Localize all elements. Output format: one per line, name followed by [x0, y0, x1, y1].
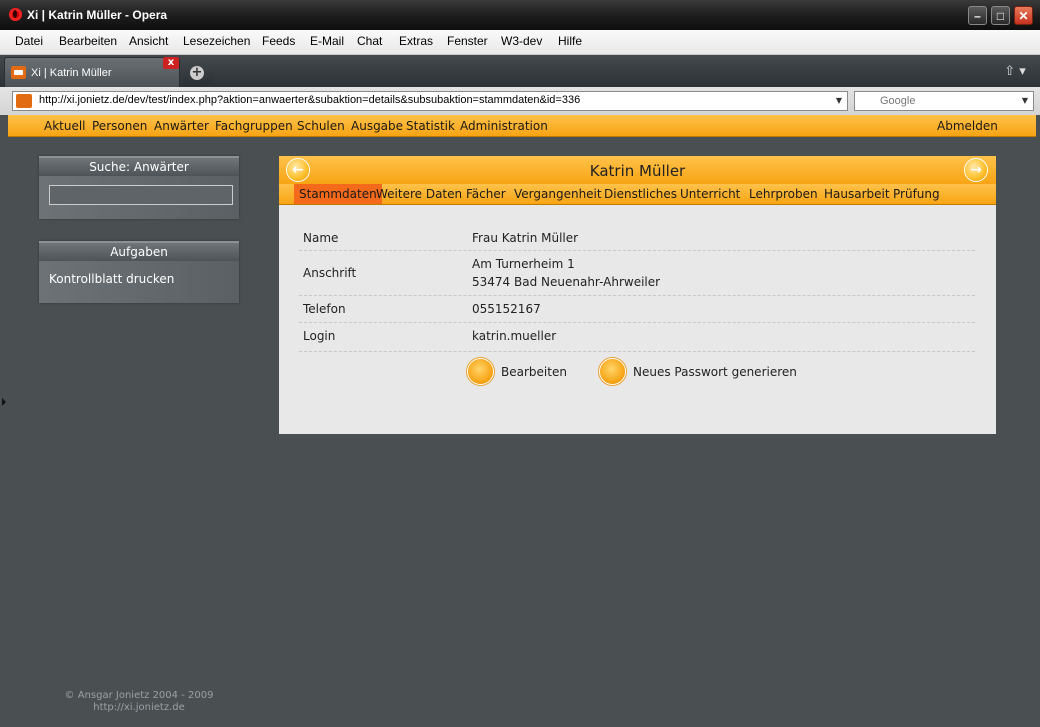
- browser-tab[interactable]: Xi | Katrin Müller x: [4, 57, 180, 87]
- edit-button-label: Bearbeiten: [501, 365, 567, 379]
- field-label: Name: [303, 231, 339, 245]
- tab-lehrproben[interactable]: Lehrproben: [744, 184, 823, 204]
- minimize-button[interactable]: –: [968, 6, 987, 25]
- nav-personen[interactable]: Personen: [92, 119, 147, 133]
- tab-unterricht[interactable]: Unterricht: [675, 184, 745, 204]
- search-placeholder: Google: [880, 95, 916, 107]
- person-name-title: Katrin Müller: [589, 162, 686, 180]
- field-row-phone: Telefon 055152167: [299, 296, 975, 323]
- menu-bar: Datei Bearbeiten Ansicht Lesezeichen Fee…: [0, 30, 1040, 55]
- tab-bar: Xi | Katrin Müller x + ⇧ ▾: [0, 55, 1040, 87]
- site-favicon-icon: [16, 94, 32, 108]
- field-label: Telefon: [303, 302, 346, 316]
- field-value: 055152167: [472, 302, 541, 316]
- menu-chat[interactable]: Chat: [357, 34, 382, 48]
- search-panel: Suche: Anwärter: [39, 156, 239, 219]
- menu-lesezeichen[interactable]: Lesezeichen: [183, 34, 250, 48]
- orange-ball-icon: [468, 359, 493, 384]
- menu-datei[interactable]: Datei: [15, 34, 43, 48]
- tasks-panel-title: Aufgaben: [39, 241, 239, 261]
- tab-label: Xi | Katrin Müller: [31, 67, 112, 79]
- footer-url[interactable]: http://xi.jonietz.de: [39, 702, 239, 713]
- address-dropdown-icon[interactable]: ▼: [832, 93, 846, 109]
- menu-ansicht[interactable]: Ansicht: [129, 34, 168, 48]
- edit-button[interactable]: Bearbeiten: [468, 359, 578, 385]
- search-engine-dropdown-icon[interactable]: ▼: [1018, 93, 1032, 109]
- maximize-button[interactable]: □: [991, 6, 1010, 25]
- orange-ball-icon: [600, 359, 625, 384]
- person-tabs: Stammdaten Weitere Daten Fächer Vergange…: [279, 184, 996, 205]
- next-person-button[interactable]: →: [965, 159, 987, 181]
- site-navigation: Aktuell Personen Anwärter Fachgruppen Sc…: [8, 115, 1036, 137]
- nav-abmelden[interactable]: Abmelden: [937, 119, 998, 133]
- person-header: ← Katrin Müller →: [279, 156, 996, 184]
- new-tab-button[interactable]: +: [184, 60, 214, 86]
- window-title: Xi | Katrin Müller - Opera: [27, 8, 168, 22]
- generate-password-button[interactable]: Neues Passwort generieren: [600, 359, 810, 385]
- tab-vergangenheit[interactable]: Vergangenheit: [509, 184, 607, 204]
- menu-bearbeiten[interactable]: Bearbeiten: [59, 34, 117, 48]
- panel-toggle-arrow-icon[interactable]: [2, 398, 6, 406]
- close-window-button[interactable]: ✕: [1014, 6, 1033, 25]
- tab-menu-button[interactable]: ⇧ ▾: [990, 59, 1040, 87]
- tasks-panel: Aufgaben Kontrollblatt drucken: [39, 241, 239, 303]
- opera-logo-icon: [9, 8, 22, 21]
- tab-pruefung[interactable]: Prüfung: [888, 184, 945, 204]
- field-value: Frau Katrin Müller: [472, 231, 579, 245]
- field-value-line2: 53474 Bad Neuenahr-Ahrweiler: [472, 275, 661, 289]
- nav-schulen[interactable]: Schulen: [297, 119, 345, 133]
- address-url: http://xi.jonietz.de/dev/test/index.php?…: [39, 94, 581, 106]
- menu-feeds[interactable]: Feeds: [262, 34, 295, 48]
- tab-close-button[interactable]: x: [163, 57, 179, 69]
- footer-copyright: © Ansgar Jonietz 2004 - 2009: [64, 690, 214, 701]
- tab-hausarbeit[interactable]: Hausarbeit: [819, 184, 895, 204]
- menu-w3dev[interactable]: W3-dev: [501, 34, 542, 48]
- tab-dienstliches[interactable]: Dienstliches: [599, 184, 682, 204]
- person-details-box: ← Katrin Müller → Stammdaten Weitere Dat…: [279, 156, 996, 434]
- nav-statistik[interactable]: Statistik: [406, 119, 455, 133]
- site-favicon-icon: [11, 66, 26, 79]
- nav-aktuell[interactable]: Aktuell: [44, 119, 86, 133]
- menu-hilfe[interactable]: Hilfe: [558, 34, 582, 48]
- address-toolbar: http://xi.jonietz.de/dev/test/index.php?…: [0, 87, 1040, 115]
- tab-stammdaten[interactable]: Stammdaten: [294, 184, 382, 204]
- nav-anwaerter[interactable]: Anwärter: [154, 119, 209, 133]
- plus-icon: +: [190, 65, 204, 80]
- anwaerter-search-input[interactable]: [49, 185, 233, 205]
- menu-fenster[interactable]: Fenster: [447, 34, 488, 48]
- menu-email[interactable]: E-Mail: [310, 34, 344, 48]
- field-value: Am Turnerheim 1: [472, 257, 575, 271]
- field-row-name: Name Frau Katrin Müller: [299, 228, 975, 251]
- address-field[interactable]: http://xi.jonietz.de/dev/test/index.php?…: [12, 91, 848, 111]
- nav-ausgabe[interactable]: Ausgabe: [351, 119, 403, 133]
- search-panel-title: Suche: Anwärter: [39, 156, 239, 176]
- tab-faecher[interactable]: Fächer: [461, 184, 511, 204]
- search-field[interactable]: Google ▼: [854, 91, 1034, 111]
- menu-extras[interactable]: Extras: [399, 34, 433, 48]
- field-row-login: Login katrin.mueller: [299, 323, 975, 352]
- field-row-address: Anschrift Am Turnerheim 1 53474 Bad Neue…: [299, 251, 975, 296]
- field-label: Anschrift: [303, 266, 357, 280]
- print-checklist-link[interactable]: Kontrollblatt drucken: [49, 272, 174, 286]
- title-bar: Xi | Katrin Müller - Opera – □ ✕: [0, 0, 1040, 30]
- tab-weitere-daten[interactable]: Weitere Daten: [371, 184, 467, 204]
- field-value: katrin.mueller: [472, 329, 557, 343]
- browser-window: Xi | Katrin Müller - Opera – □ ✕ Datei B…: [0, 0, 1040, 727]
- generate-password-label: Neues Passwort generieren: [633, 365, 797, 379]
- field-label: Login: [303, 329, 336, 343]
- nav-administration[interactable]: Administration: [460, 119, 548, 133]
- nav-fachgruppen[interactable]: Fachgruppen: [215, 119, 293, 133]
